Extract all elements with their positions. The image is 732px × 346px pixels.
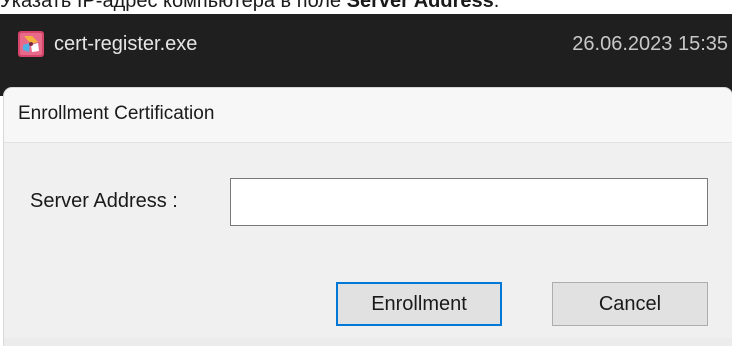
- enrollment-button[interactable]: Enrollment: [336, 282, 502, 326]
- server-address-input[interactable]: [230, 178, 708, 226]
- dialog-titlebar[interactable]: Enrollment Certification: [4, 88, 732, 143]
- dialog-title: Enrollment Certification: [18, 103, 215, 124]
- file-timestamp: 26.06.2023 15:35: [572, 33, 728, 55]
- app-icon: [18, 31, 44, 57]
- file-name: cert-register.exe: [54, 32, 198, 55]
- enrollment-dialog: Enrollment Certification Server Address …: [4, 88, 732, 346]
- cancel-button[interactable]: Cancel: [552, 282, 708, 326]
- caption-prefix: Указать IP-адрес компьютера в поле: [0, 0, 347, 12]
- dialog-bottom-edge: [4, 338, 732, 346]
- server-address-label: Server Address :: [30, 190, 178, 212]
- caption-bold: Server Address: [346, 0, 494, 12]
- caption-suffix: .: [493, 0, 500, 12]
- file-strip: cert-register.exe 26.06.2023 15:35: [0, 14, 732, 96]
- document-caption: Указать IP-адрес компьютера в поле Serve…: [0, 0, 732, 11]
